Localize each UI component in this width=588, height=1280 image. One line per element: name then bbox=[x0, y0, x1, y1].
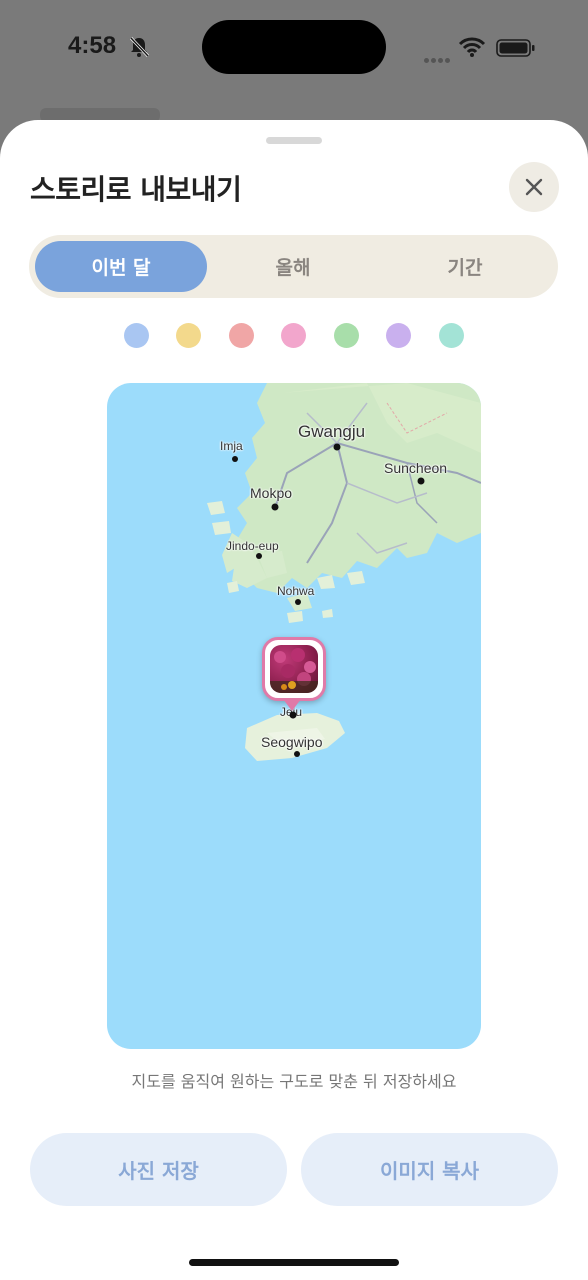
map-label-suncheon: Suncheon bbox=[384, 460, 448, 476]
map-label-nohwa: Nohwa bbox=[277, 584, 315, 598]
battery-icon bbox=[496, 39, 535, 57]
color-swatch-purple[interactable] bbox=[386, 323, 411, 348]
map-label-imja: Imja bbox=[220, 439, 243, 453]
map-hint-text: 지도를 움직여 원하는 구도로 맞춘 뒤 저장하세요 bbox=[131, 1072, 457, 1091]
map-label-mokpo: Mokpo bbox=[250, 485, 293, 501]
sheet-grabber[interactable] bbox=[266, 137, 322, 144]
color-swatch-yellow[interactable] bbox=[176, 323, 201, 348]
color-swatch-blue[interactable] bbox=[124, 323, 149, 348]
color-swatch-red[interactable] bbox=[229, 323, 254, 348]
sheet-title: 스토리로 내보내기 bbox=[30, 173, 242, 206]
period-segmented-control: 이번 달 올해 기간 bbox=[29, 235, 558, 298]
segment-this-month[interactable]: 이번 달 bbox=[35, 241, 207, 292]
dynamic-island bbox=[202, 20, 386, 74]
status-bar: 4:58 bbox=[0, 0, 588, 96]
color-swatch-teal[interactable] bbox=[439, 323, 464, 348]
map-label-gwangju: Gwangju bbox=[298, 422, 366, 441]
color-swatch-pink[interactable] bbox=[281, 323, 306, 348]
cellular-dots-icon bbox=[424, 48, 452, 67]
wifi-icon bbox=[458, 37, 486, 57]
map-view[interactable]: Gwangju Imja Suncheon Mokpo Jindo-eup No… bbox=[107, 383, 481, 1049]
segment-this-year[interactable]: 올해 bbox=[207, 241, 379, 292]
photo-pin-icon[interactable] bbox=[262, 637, 326, 701]
copy-image-button[interactable]: 이미지 복사 bbox=[301, 1133, 558, 1206]
status-time: 4:58 bbox=[68, 32, 117, 59]
map-label-seogwipo: Seogwipo bbox=[261, 734, 323, 750]
save-photo-button[interactable]: 사진 저장 bbox=[30, 1133, 287, 1206]
bell-slash-icon bbox=[129, 36, 150, 58]
close-button[interactable] bbox=[509, 162, 559, 212]
pin-pointer bbox=[283, 699, 301, 711]
home-indicator bbox=[189, 1259, 399, 1266]
close-icon bbox=[525, 178, 543, 196]
color-swatch-green[interactable] bbox=[334, 323, 359, 348]
export-story-sheet: 스토리로 내보내기 이번 달 올해 기간 Gwangju Imja Sunche… bbox=[0, 120, 588, 1280]
map-label-jindo: Jindo-eup bbox=[226, 539, 279, 553]
segment-period[interactable]: 기간 bbox=[379, 241, 551, 292]
pin-photo-thumbnail bbox=[270, 645, 318, 693]
